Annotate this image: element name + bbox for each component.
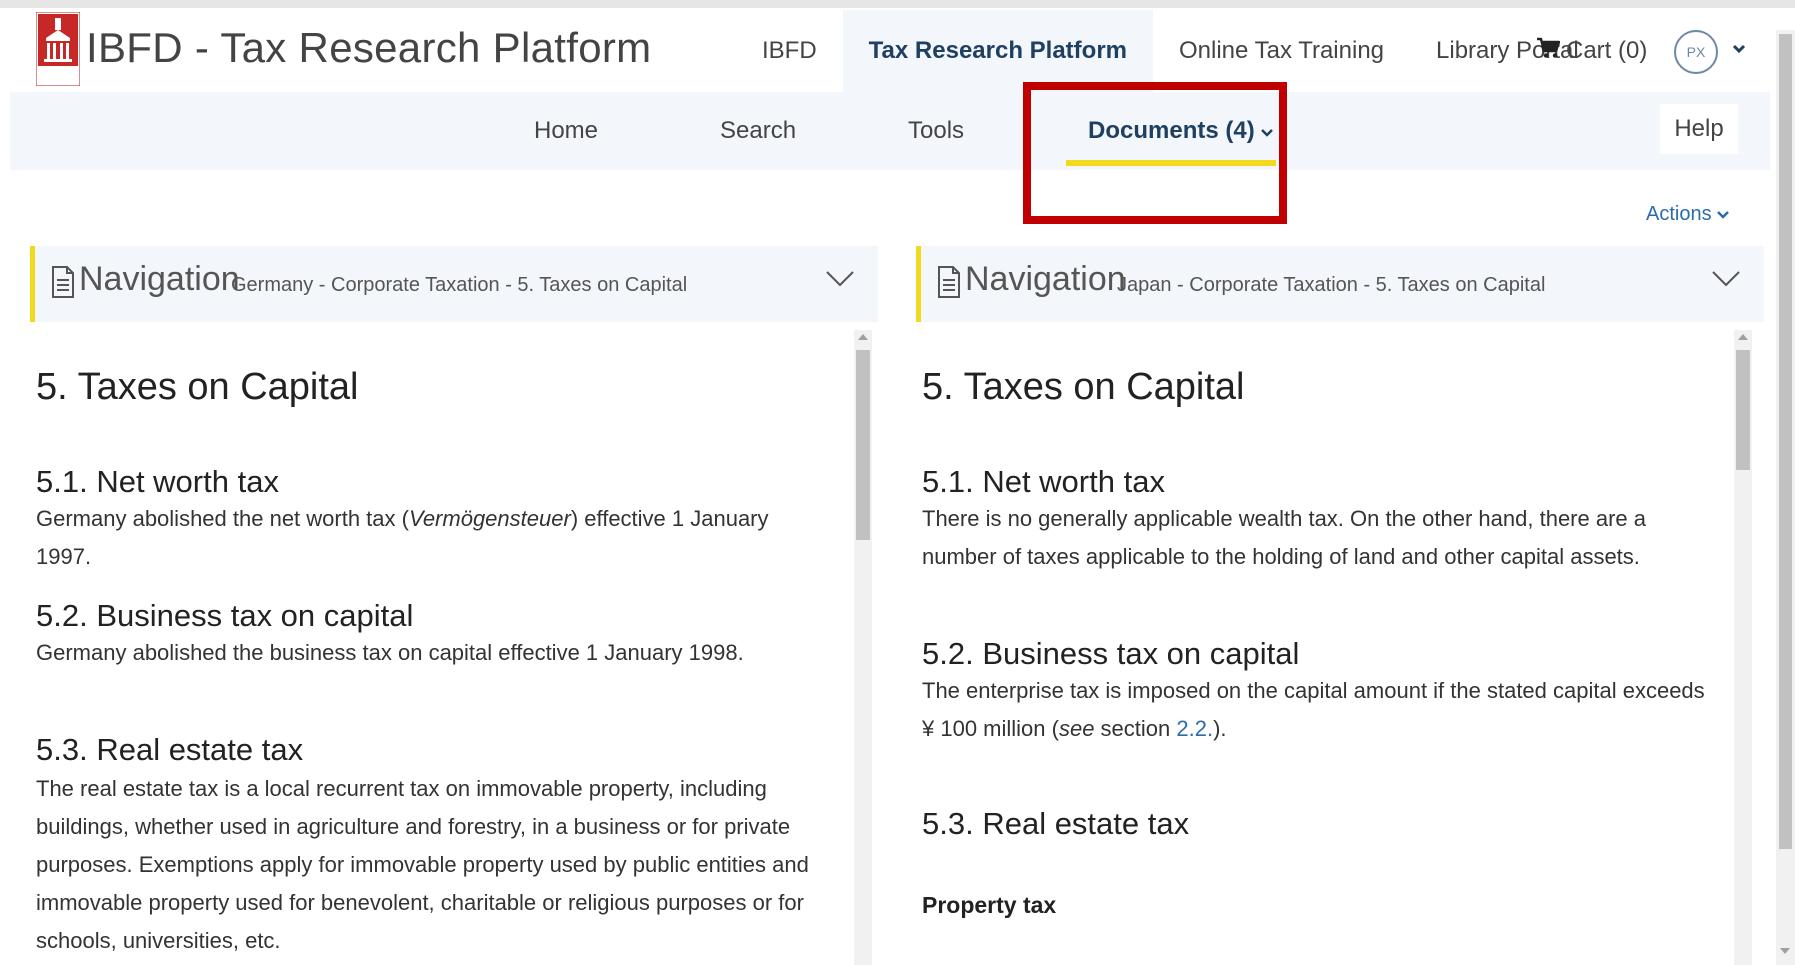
main-nav: Home Search Tools Documents (4) Help [10,92,1770,170]
navigation-path: Japan - Corporate Taxation - 5. Taxes on… [1117,274,1546,296]
section-text: Germany abolished the net worth tax (Ver… [36,506,769,569]
cart-link[interactable]: Cart (0) [1536,10,1647,92]
chevron-down-icon[interactable] [1732,41,1746,59]
subsection-title: Property tax [922,892,1057,918]
section-title: 5.3. Real estate tax [36,732,304,767]
top-nav: IBFD Tax Research Platform Online Tax Tr… [736,10,1605,92]
chevron-down-icon[interactable] [1711,270,1741,293]
site-header: IBFD - Tax Research Platform IBFD Tax Re… [10,10,1770,92]
document-icon [937,266,961,303]
actions-label: Actions [1646,203,1712,225]
page-title: 5. Taxes on Capital [36,366,359,408]
nav-home[interactable]: Home [534,92,598,170]
section-title: 5.1. Net worth tax [36,464,279,499]
highlight-annotation-box [1023,82,1287,224]
top-nav-ibfd[interactable]: IBFD [736,10,843,92]
cart-icon [1536,37,1566,66]
navigation-bar[interactable]: Navigation Germany - Corporate Taxation … [30,246,878,322]
user-avatar[interactable]: PX [1674,30,1718,74]
window-scrollbar[interactable] [1776,30,1795,965]
navigation-label: Navigation [79,260,240,298]
actions-menu[interactable]: Actions [1646,203,1730,226]
chevron-down-icon[interactable] [825,270,855,293]
nav-tools[interactable]: Tools [908,92,964,170]
section-title: 5.2. Business tax on capital [922,636,1300,671]
cart-label: Cart (0) [1566,37,1648,64]
section-text: The enterprise tax is imposed on the cap… [922,678,1705,741]
section-text: The real estate tax is a local recurrent… [36,776,809,953]
scroll-thumb[interactable] [1736,350,1750,470]
scroll-up-arrow-icon[interactable] [858,334,868,340]
scroll-thumb[interactable] [856,350,870,540]
document-pane-right: Navigation Japan - Corporate Taxation - … [916,246,1764,965]
top-nav-online-tax-training[interactable]: Online Tax Training [1153,10,1410,92]
chevron-down-icon [1717,203,1730,225]
browser-top-strip [0,0,1795,8]
help-button[interactable]: Help [1660,104,1738,154]
app-title: IBFD - Tax Research Platform [86,24,652,71]
section-text: Germany abolished the business tax on ca… [36,640,744,665]
scroll-thumb[interactable] [1779,34,1792,849]
nav-search[interactable]: Search [720,92,796,170]
scroll-up-arrow-icon[interactable] [1738,334,1748,340]
navigation-label: Navigation [965,260,1126,298]
section-text: There is no generally applicable wealth … [922,506,1647,569]
navigation-path: Germany - Corporate Taxation - 5. Taxes … [231,274,688,296]
pane-scrollbar[interactable] [1734,330,1752,965]
document-icon [51,266,75,303]
document-pane-left: Navigation Germany - Corporate Taxation … [30,246,878,965]
ibfd-logo[interactable] [35,11,81,87]
section-title: 5.3. Real estate tax [922,806,1190,841]
page-title: 5. Taxes on Capital [922,366,1245,408]
navigation-bar[interactable]: Navigation Japan - Corporate Taxation - … [916,246,1764,322]
section-title: 5.2. Business tax on capital [36,598,414,633]
pane-scrollbar[interactable] [854,330,872,965]
section-link[interactable]: 2.2. [1176,716,1213,741]
scroll-down-arrow-icon[interactable] [1780,948,1790,954]
top-nav-tax-research-platform[interactable]: Tax Research Platform [842,10,1153,92]
section-title: 5.1. Net worth tax [922,464,1165,499]
